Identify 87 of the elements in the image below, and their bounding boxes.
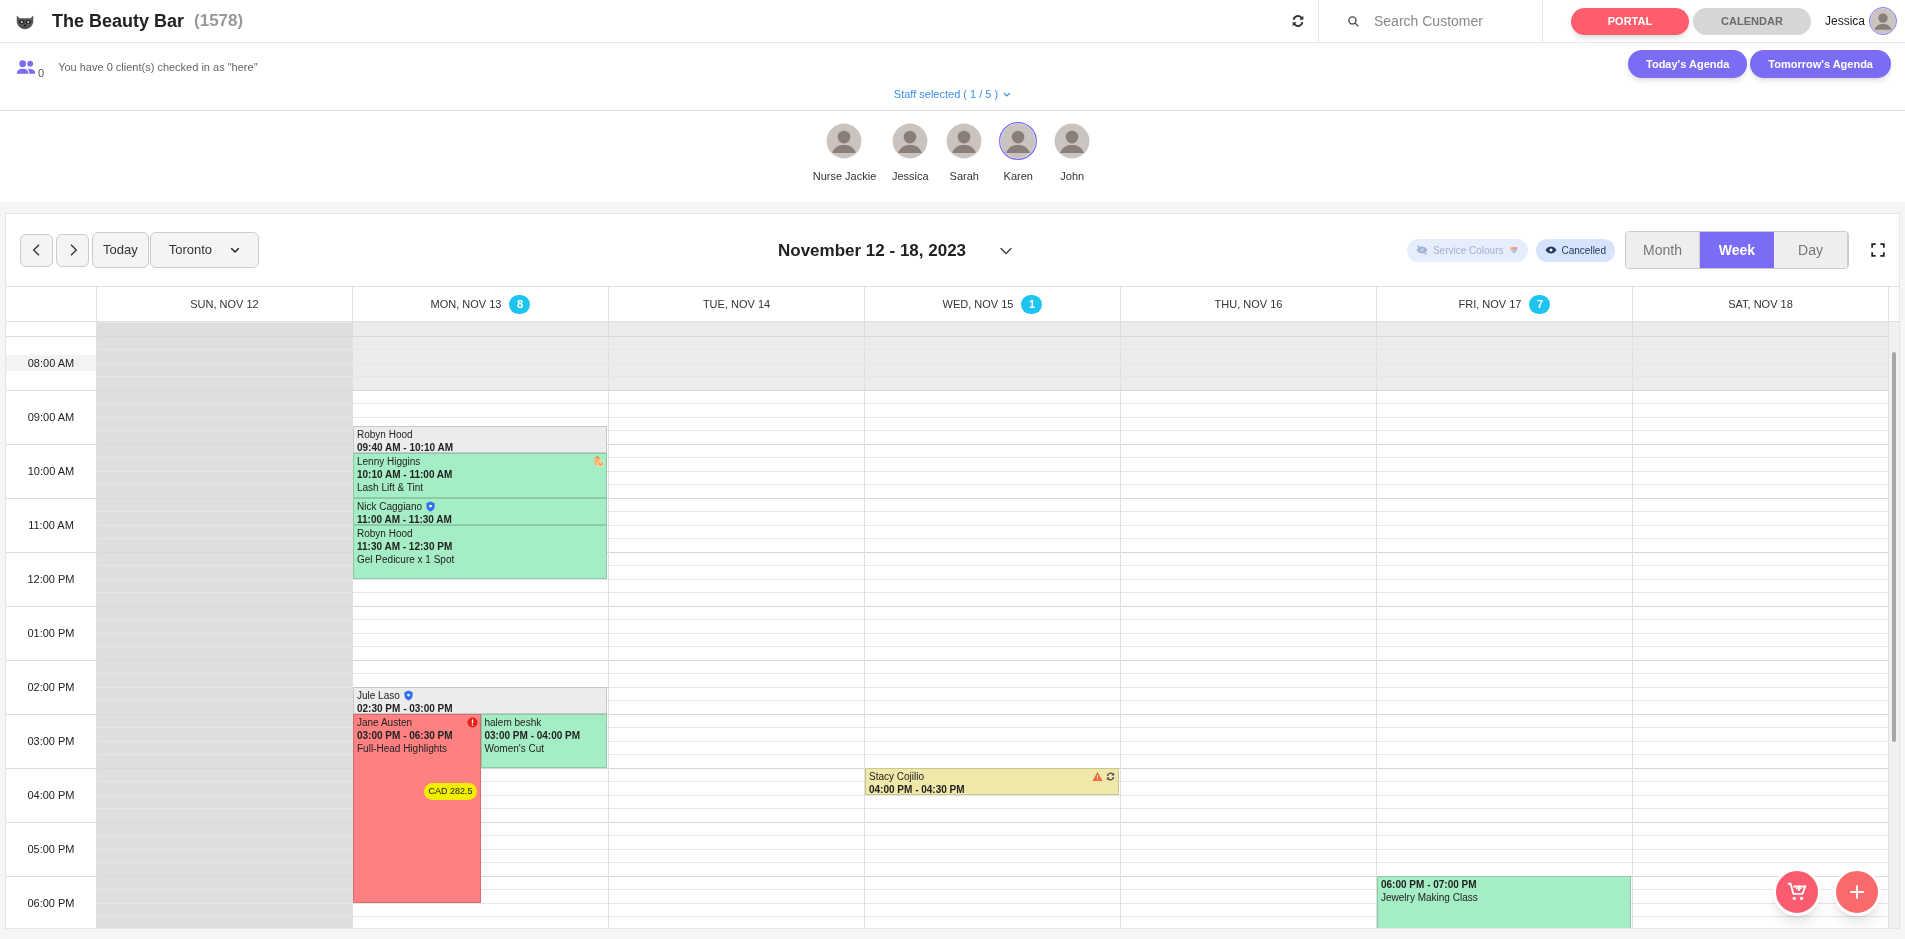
- appointment-time: 04:00 PM - 04:30 PM: [869, 782, 966, 794]
- service-name: Women's Cut: [484, 741, 546, 755]
- client-name: Jule Laso: [357, 688, 400, 702]
- day-header: MON, NOV 13: [430, 296, 502, 312]
- staff-avatar-button[interactable]: John: [1052, 122, 1093, 185]
- day-header: WED, NOV 15: [942, 296, 1014, 312]
- price-tag: CAD 282.5: [424, 782, 477, 800]
- agenda-button[interactable]: Today's Agenda: [1628, 50, 1748, 78]
- time-label: 12:00 PM: [26, 571, 76, 587]
- client-name: halem beshk: [484, 715, 542, 729]
- appointment-time: 11:30 AM - 12:30 PM: [357, 539, 454, 553]
- scrollbar[interactable]: [1889, 322, 1899, 928]
- search-icon: [1347, 14, 1360, 28]
- avatar-icon: [1869, 7, 1897, 35]
- staff-avatar-button[interactable]: Nurse Jackie: [812, 122, 877, 185]
- client-name: Robyn Hood: [357, 526, 413, 540]
- user-name: Jessica: [1825, 13, 1865, 30]
- location-select[interactable]: Toronto: [149, 232, 259, 268]
- appointment-card[interactable]: Nick Caggiano 11:00 AM - 11:30 AM: [353, 497, 607, 525]
- client-name: Lenny Higgins: [357, 454, 421, 468]
- service-name: Jewelry Making Class: [1381, 890, 1479, 904]
- appointment-card[interactable]: Stacy Cojilio 04:00 PM - 04:30 PM: [865, 767, 1119, 795]
- appointment-time: 03:00 PM - 04:00 PM: [484, 728, 582, 742]
- time-label: 04:00 PM: [26, 787, 76, 803]
- service-name: Lash Lift & Tint: [357, 480, 425, 494]
- view-tab[interactable]: Month: [1626, 232, 1700, 268]
- appointment-card[interactable]: Lenny Higgins 10:10 AM - 11:00 AM Lash Lift & Tint: [353, 452, 607, 498]
- plus-icon: [1848, 883, 1866, 901]
- time-label: 06:00 PM: [26, 895, 76, 911]
- appointment-card[interactable]: Jane Austen 03:00 PM - 06:30 PM Full-Head Highlights CAD 282.5: [353, 713, 481, 903]
- eye-icon: [1544, 244, 1557, 256]
- today-button[interactable]: Today: [92, 232, 149, 268]
- appointment-count-badge: 7: [1529, 294, 1551, 314]
- appointment-card[interactable]: 06:00 PM - 07:00 PM Jewelry Making Class: [1377, 875, 1631, 928]
- checkin-message: You have 0 client(s) checked in as "here": [58, 60, 258, 75]
- search-field[interactable]: Search Customer: [1374, 10, 1494, 32]
- appointment-time: 02:30 PM - 03:00 PM: [357, 701, 454, 713]
- appointment-time: 09:40 AM - 10:10 AM: [357, 440, 454, 452]
- staff-selected-toggle[interactable]: Staff selected ( 1 / 5 ): [893, 86, 1012, 103]
- palette-icon: [1508, 245, 1519, 255]
- agenda-button[interactable]: Tomorrow's Agenda: [1750, 50, 1891, 78]
- appointment-count-badge: 1: [1021, 294, 1043, 314]
- service-name: Gel Pedicure x 1 Spot: [357, 552, 456, 566]
- time-label: 09:00 AM: [26, 409, 76, 425]
- time-label: 02:00 PM: [26, 679, 76, 695]
- day-header: SAT, NOV 18: [1728, 296, 1793, 312]
- staff-avatar-button[interactable]: Jessica: [890, 122, 931, 185]
- appointment-time: 11:00 AM - 11:30 AM: [357, 512, 453, 524]
- time-label: 05:00 PM: [26, 841, 76, 857]
- appointment-time: 03:00 PM - 06:30 PM: [357, 728, 454, 742]
- day-header: SUN, NOV 12: [190, 296, 259, 312]
- previous-button[interactable]: [20, 233, 53, 267]
- checked-in-count: 0: [38, 66, 45, 81]
- appointment-card[interactable]: halem beshk 03:00 PM - 04:00 PM Women's Cut: [480, 713, 607, 768]
- staff-avatar-button[interactable]: Sarah: [944, 122, 985, 185]
- next-button[interactable]: [56, 233, 89, 267]
- cart-plus-icon: [1786, 881, 1808, 903]
- refresh-icon[interactable]: [1290, 13, 1306, 29]
- fullscreen-icon[interactable]: [1871, 243, 1885, 257]
- appointment-card[interactable]: Robyn Hood 09:40 AM - 10:10 AM: [353, 425, 607, 453]
- staff-avatar-button[interactable]: Karen: [998, 122, 1039, 185]
- time-label: 03:00 PM: [26, 733, 76, 749]
- time-label: 08:00 AM: [6, 354, 96, 371]
- view-tab[interactable]: Day: [1774, 232, 1848, 268]
- day-header: THU, NOV 16: [1214, 296, 1283, 312]
- time-label: 01:00 PM: [26, 625, 76, 641]
- appointment-time: 10:10 AM - 11:00 AM: [357, 467, 454, 481]
- client-name: Stacy Cojilio: [869, 769, 925, 783]
- nav-tab[interactable]: CALENDAR: [1693, 7, 1811, 35]
- eye-off-icon: [1415, 244, 1428, 256]
- appointment-time: 06:00 PM - 07:00 PM: [1381, 877, 1478, 891]
- view-tab[interactable]: Week: [1700, 232, 1774, 268]
- client-name: Robyn Hood: [357, 427, 413, 441]
- customer-count: (1578): [194, 10, 244, 33]
- client-name: Nick Caggiano: [357, 499, 423, 513]
- client-name: Jane Austen: [357, 715, 413, 729]
- time-label: 11:00 AM: [27, 517, 75, 533]
- chevron-down-icon: [229, 245, 240, 255]
- filter-chip[interactable]: Cancelled: [1535, 238, 1615, 262]
- service-name: Full-Head Highlights: [357, 741, 449, 755]
- appointment-card[interactable]: Robyn Hood 11:30 AM - 12:30 PM Gel Pedicure x 1 Spot: [353, 524, 607, 579]
- app-title: The Beauty Bar: [52, 9, 185, 33]
- day-header: FRI, NOV 17: [1458, 296, 1522, 312]
- time-label: 10:00 AM: [26, 463, 76, 479]
- date-range-picker[interactable]: November 12 - 18, 2023: [778, 238, 1015, 264]
- day-header: TUE, NOV 14: [702, 296, 771, 312]
- appointment-count-badge: 8: [509, 294, 531, 314]
